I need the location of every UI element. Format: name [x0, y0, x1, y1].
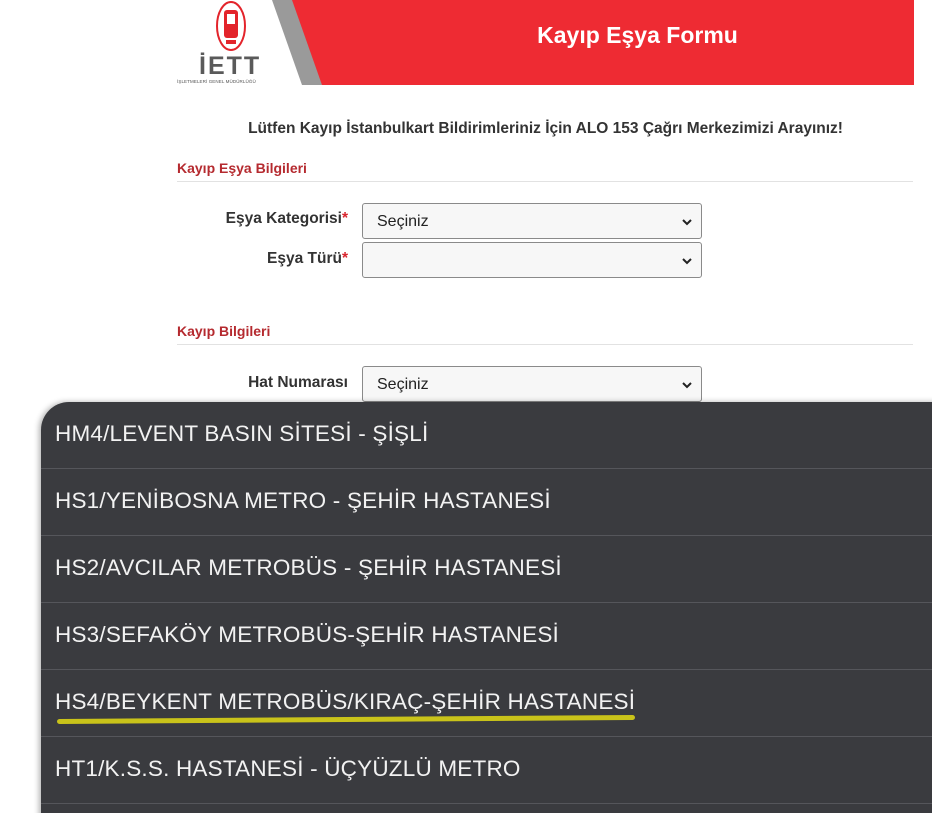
chevron-down-icon	[682, 382, 692, 389]
iett-logo[interactable]: İETT İŞLETMELERİ GENEL MÜDÜRLÜĞÜ	[177, 0, 297, 85]
form-title: Kayıp Eşya Formu	[537, 22, 738, 48]
page: İETT İŞLETMELERİ GENEL MÜDÜRLÜĞÜ Kayıp E…	[0, 0, 932, 813]
category-select[interactable]: Seçiniz	[362, 203, 702, 239]
dropdown-option-highlighted[interactable]: HS4/BEYKENT METROBÜS/KIRAÇ-ŞEHİR HASTANE…	[41, 670, 932, 737]
required-mark: *	[341, 210, 348, 227]
option-label: HS2/AVCILAR METROBÜS - ŞEHİR HASTANESİ	[55, 555, 562, 580]
option-label: HS3/SEFAKÖY METROBÜS-ŞEHİR HASTANESİ	[55, 622, 559, 647]
logo-subtitle: İŞLETMELERİ GENEL MÜDÜRLÜĞÜ	[177, 79, 256, 84]
chevron-down-icon	[682, 258, 692, 265]
required-mark: *	[341, 250, 348, 267]
dropdown-option[interactable]: HS3/SEFAKÖY METROBÜS-ŞEHİR HASTANESİ	[41, 603, 932, 670]
option-label: HS1/YENİBOSNA METRO - ŞEHİR HASTANESİ	[55, 488, 551, 513]
logo-text: İETT	[199, 52, 262, 80]
category-label: Eşya Kategorisi*	[226, 210, 348, 228]
iett-emblem-icon	[216, 1, 246, 51]
line-number-select-value: Seçiniz	[377, 376, 429, 393]
notice-text: Lütfen Kayıp İstanbulkart Bildirimlerini…	[248, 120, 843, 137]
dropdown-option[interactable]: HM4/LEVENT BASIN SİTESİ - ŞİŞLİ	[41, 402, 932, 469]
type-label: Eşya Türü*	[267, 250, 348, 268]
line-number-label: Hat Numarası	[248, 374, 348, 391]
header: İETT İŞLETMELERİ GENEL MÜDÜRLÜĞÜ Kayıp E…	[177, 0, 914, 85]
dropdown-option[interactable]: HS1/YENİBOSNA METRO - ŞEHİR HASTANESİ	[41, 469, 932, 536]
dropdown-option[interactable]: HS2/AVCILAR METROBÜS - ŞEHİR HASTANESİ	[41, 536, 932, 603]
category-label-text: Eşya Kategorisi	[225, 210, 342, 227]
dropdown-option[interactable]: HT1/K.S.S. HASTANESİ - ÜÇYÜZLÜ METRO	[41, 737, 932, 804]
option-label: HT1/K.S.S. HASTANESİ - ÜÇYÜZLÜ METRO	[55, 756, 521, 781]
type-label-text: Eşya Türü	[267, 250, 342, 267]
option-label: HS4/BEYKENT METROBÜS/KIRAÇ-ŞEHİR HASTANE…	[55, 689, 636, 714]
category-select-value: Seçiniz	[377, 213, 429, 230]
line-number-dropdown: HM4/LEVENT BASIN SİTESİ - ŞİŞLİ HS1/YENİ…	[41, 402, 932, 813]
chevron-down-icon	[682, 219, 692, 226]
option-label: HM4/LEVENT BASIN SİTESİ - ŞİŞLİ	[55, 421, 429, 446]
section-title-loss-info: Kayıp Bilgileri	[177, 323, 913, 345]
type-select[interactable]	[362, 242, 702, 278]
line-number-select[interactable]: Seçiniz	[362, 366, 702, 402]
section-title-item-info: Kayıp Eşya Bilgileri	[177, 160, 913, 182]
